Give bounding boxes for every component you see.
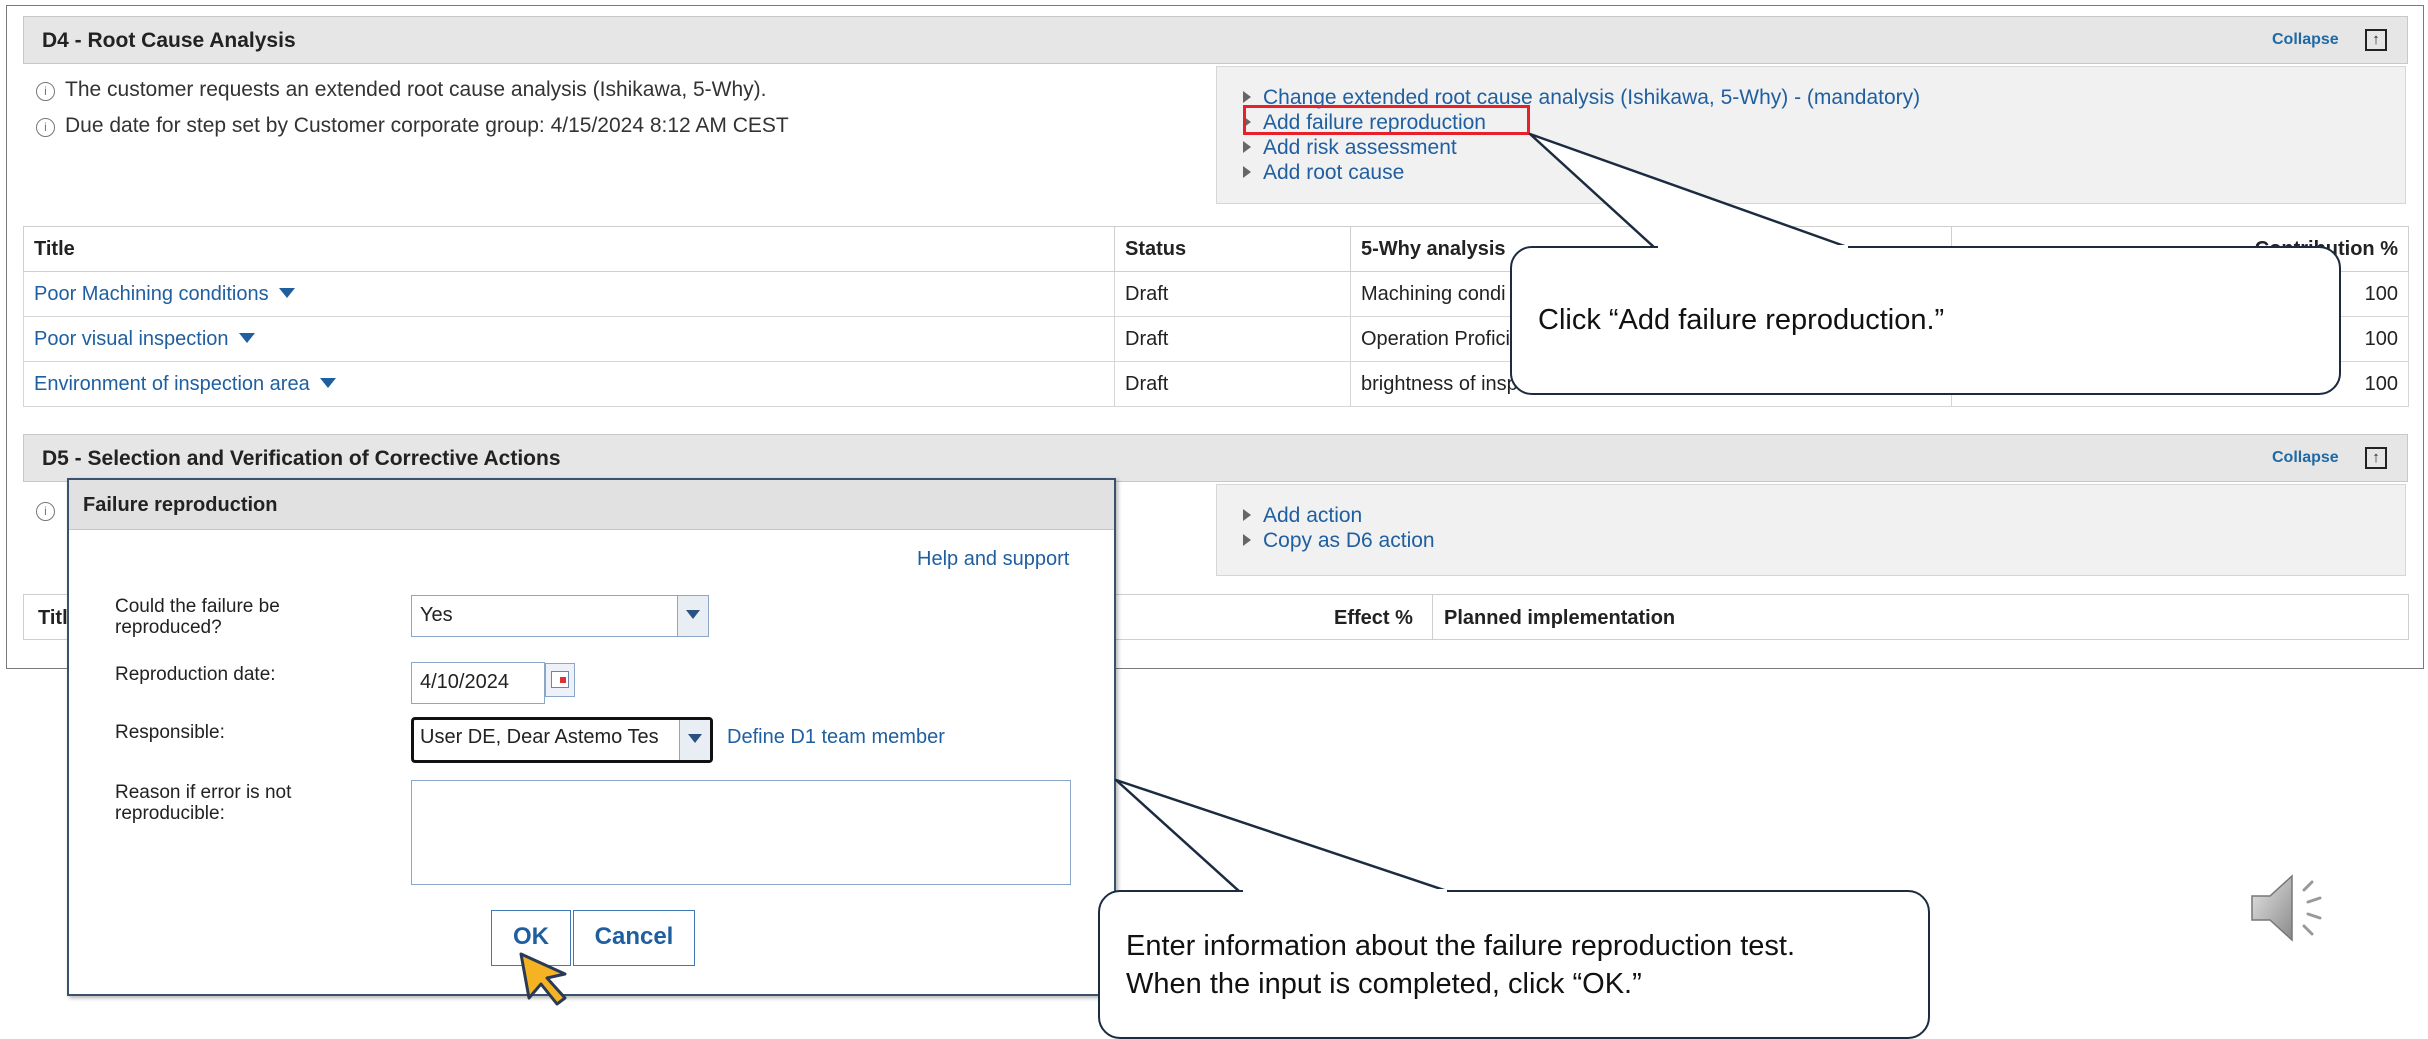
d5-section-title: D5 - Selection and Verification of Corre… (42, 447, 561, 470)
row-title-cell[interactable]: Poor Machining conditions (23, 271, 1115, 317)
info-icon: i (36, 118, 55, 137)
col-header-effect: Effect % (1334, 607, 1413, 629)
col-header-planned: Planned implementation (1444, 607, 1676, 629)
column-divider (1432, 595, 1433, 639)
dialog-title-bar: Failure reproduction (69, 480, 1114, 530)
reason-textarea[interactable] (411, 780, 1071, 885)
callout-bottom-line-2: When the input is completed, click “OK.” (1126, 968, 1642, 1000)
instruction-callout-bottom: Enter information about the failure repr… (1098, 890, 1930, 1039)
reproduced-select[interactable]: Yes (411, 595, 709, 637)
collapse-icon[interactable]: ↑ (2365, 447, 2387, 469)
triangle-right-icon (1243, 166, 1251, 178)
triangle-right-icon (1243, 534, 1251, 546)
callout-bottom-line-1: Enter information about the failure repr… (1126, 930, 1795, 962)
cursor-arrow-icon (519, 952, 567, 1006)
col-header-title: Title (23, 226, 1115, 272)
triangle-right-icon (1243, 91, 1251, 103)
highlight-box (1243, 105, 1530, 135)
add-action-link[interactable]: Add action (1243, 504, 1362, 528)
callout-top-text: Click “Add failure reproduction.” (1538, 304, 1945, 336)
triangle-right-icon (1243, 509, 1251, 521)
d4-collapse-link[interactable]: Collapse (2272, 31, 2339, 49)
failure-reproduction-dialog: Failure reproduction Help and support Co… (67, 478, 1116, 1006)
speaker-icon[interactable] (2248, 868, 2338, 948)
row-title-cell[interactable]: Poor visual inspection (23, 316, 1115, 362)
copy-as-d6-action-link[interactable]: Copy as D6 action (1243, 529, 1435, 553)
row-status-cell: Draft (1114, 271, 1351, 317)
d4-section-header: D4 - Root Cause Analysis Collapse ↑ (23, 16, 2408, 64)
dropdown-caret-icon[interactable] (238, 332, 255, 343)
d5-info-line: i (36, 498, 65, 522)
responsible-label: Responsible: (115, 722, 225, 743)
col-header-status: Status (1114, 226, 1351, 272)
d4-info-line-2: i Due date for step set by Customer corpo… (36, 114, 789, 138)
d5-collapse-link[interactable]: Collapse (2272, 449, 2339, 467)
reason-label: Reason if error is not reproducible: (115, 782, 292, 824)
define-d1-team-member-link[interactable]: Define D1 team member (727, 726, 945, 749)
add-risk-assessment-link[interactable]: Add risk assessment (1243, 136, 1457, 160)
d5-section-header: D5 - Selection and Verification of Corre… (23, 434, 2408, 482)
responsible-select[interactable]: User DE, Dear Astemo Tes (411, 717, 713, 763)
d4-section-title: D4 - Root Cause Analysis (42, 29, 296, 52)
info-icon: i (36, 502, 55, 521)
row-status-cell: Draft (1114, 316, 1351, 362)
help-and-support-link[interactable]: Help and support (917, 548, 1069, 571)
reproduction-date-label: Reproduction date: (115, 664, 276, 685)
dropdown-caret-icon[interactable] (278, 287, 295, 298)
dropdown-caret-icon[interactable] (319, 377, 336, 388)
collapse-icon[interactable]: ↑ (2365, 29, 2387, 51)
chevron-down-icon[interactable] (677, 596, 708, 636)
col-header-title: Titl (38, 607, 68, 629)
cancel-button[interactable]: Cancel (573, 910, 695, 966)
calendar-icon[interactable] (545, 663, 575, 697)
chevron-down-icon[interactable] (679, 720, 710, 760)
triangle-right-icon (1243, 141, 1251, 153)
add-root-cause-link[interactable]: Add root cause (1243, 161, 1404, 185)
info-icon: i (36, 82, 55, 101)
d4-info-line-1: i The customer requests an extended root … (36, 78, 767, 102)
reproduction-date-input[interactable]: 4/10/2024 (411, 662, 545, 704)
dialog-title: Failure reproduction (83, 494, 278, 516)
row-status-cell: Draft (1114, 361, 1351, 407)
instruction-callout-top: Click “Add failure reproduction.” (1510, 246, 2341, 395)
row-title-cell[interactable]: Environment of inspection area (23, 361, 1115, 407)
reproduced-label: Could the failure be reproduced? (115, 596, 280, 638)
